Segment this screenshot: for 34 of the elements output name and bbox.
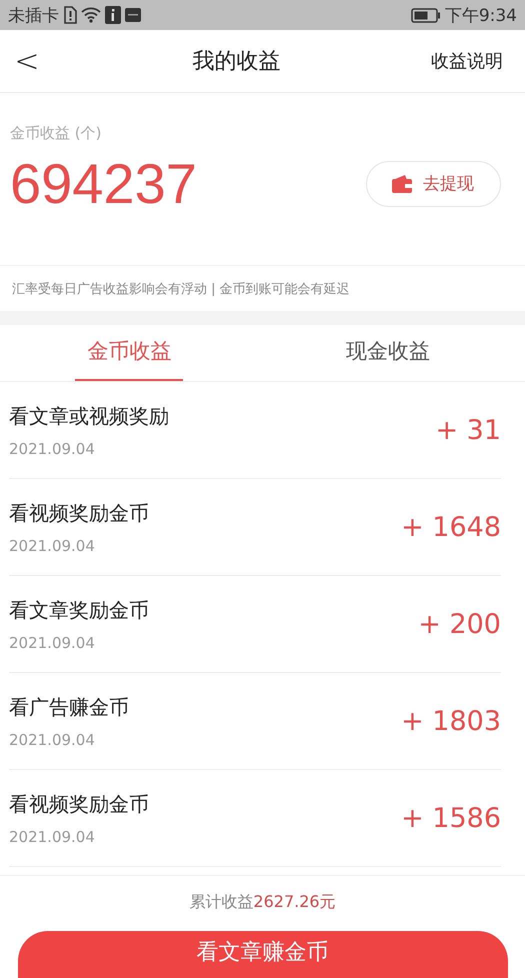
total-value: 2627.26元	[253, 892, 336, 913]
tab[interactable]: 金币收益	[75, 325, 184, 381]
total-label: 累计收益	[189, 892, 254, 913]
message-icon	[125, 8, 141, 22]
page-title: 我的收益	[192, 48, 282, 76]
info-icon	[105, 6, 121, 24]
record-title: 看文章或视频奖励	[9, 402, 170, 430]
record-title: 看广告赚金币	[9, 694, 130, 720]
tab[interactable]: 现金收益	[334, 325, 442, 381]
earnings-info-link[interactable]: 收益说明	[431, 49, 503, 73]
record-date: 2021.09.04	[9, 634, 96, 652]
wallet-icon	[391, 174, 413, 194]
record-date: 2021.09.04	[9, 730, 96, 748]
sim-icon	[63, 6, 77, 24]
carrier-text: 未插卡	[8, 4, 59, 26]
record-amount: + 31	[435, 414, 501, 446]
record-date: 2021.09.04	[9, 440, 96, 458]
wifi-icon	[81, 7, 101, 23]
battery-icon	[410, 8, 441, 22]
back-button[interactable]: <	[12, 44, 42, 78]
clock-text: 下午9:34	[444, 4, 517, 26]
earn-coins-button[interactable]: 看文章赚金币	[18, 931, 508, 978]
record-date: 2021.09.04	[9, 828, 96, 846]
withdraw-button[interactable]: 去提现	[366, 160, 501, 206]
record-amount: + 1648	[401, 512, 501, 542]
record-title: 看视频奖励金币	[9, 500, 150, 526]
record-title: 看视频奖励金币	[9, 790, 150, 818]
record-amount: + 1586	[401, 802, 501, 834]
coin-earnings-label: 金币收益 (个)	[10, 124, 102, 142]
record-title: 看文章奖励金币	[9, 596, 150, 624]
coin-balance: 694237	[10, 151, 197, 216]
record-amount: + 1803	[401, 706, 501, 736]
record-amount: + 200	[418, 608, 501, 640]
record-date: 2021.09.04	[9, 536, 96, 554]
